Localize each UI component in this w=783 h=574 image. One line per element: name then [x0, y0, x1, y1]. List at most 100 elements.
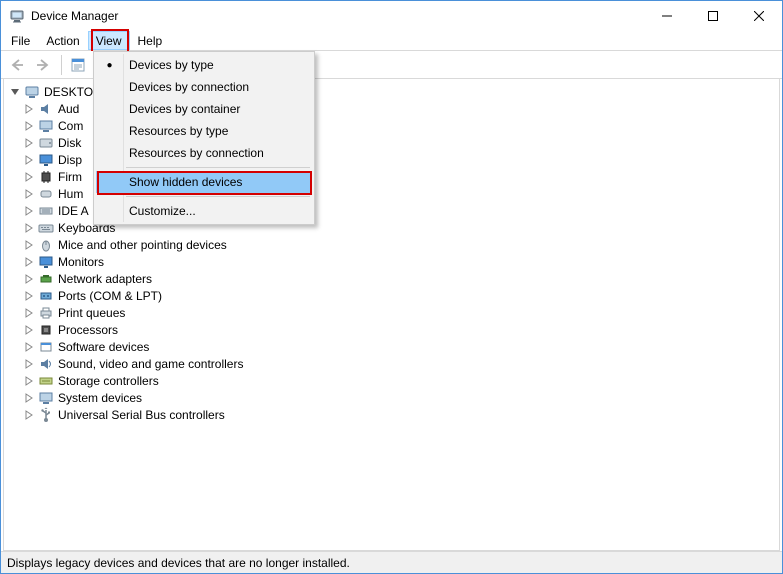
menu-resources-by-type[interactable]: Resources by type [96, 120, 312, 142]
menubar: File Action View Help [1, 31, 782, 51]
system-icon [38, 390, 54, 406]
tree-item-label: IDE A [58, 204, 89, 218]
view-dropdown-menu: ● Devices by type Devices by connection … [93, 51, 315, 225]
menu-separator [126, 167, 310, 168]
menu-view[interactable]: View [88, 31, 130, 50]
storage-icon [38, 373, 54, 389]
chip-icon [38, 169, 54, 185]
tree-item-label: Universal Serial Bus controllers [58, 408, 225, 422]
menu-item-label: Resources by connection [123, 146, 264, 160]
app-icon [9, 8, 25, 24]
tree-item[interactable]: Storage controllers [4, 372, 779, 389]
expander-icon[interactable] [22, 255, 36, 269]
minimize-button[interactable] [644, 1, 690, 31]
menu-item-label: Devices by connection [123, 80, 249, 94]
menu-show-hidden-devices[interactable]: Show hidden devices [96, 171, 312, 193]
tree-item[interactable]: Universal Serial Bus controllers [4, 406, 779, 423]
tree-item[interactable]: Print queues [4, 304, 779, 321]
tree-item[interactable]: Processors [4, 321, 779, 338]
tree-item-label: Print queues [58, 306, 125, 320]
expander-icon[interactable] [22, 289, 36, 303]
tree-item-label: Mice and other pointing devices [58, 238, 227, 252]
audio-icon [38, 101, 54, 117]
computer-icon [24, 84, 40, 100]
tree-item-label: Aud [58, 102, 79, 116]
tree-item[interactable]: Monitors [4, 253, 779, 270]
keyboard-icon [38, 220, 54, 236]
tree-item[interactable]: Network adapters [4, 270, 779, 287]
printer-icon [38, 305, 54, 321]
menu-item-label: Devices by container [123, 102, 240, 116]
usb-icon [38, 407, 54, 423]
window-title: Device Manager [31, 9, 644, 23]
properties-button[interactable] [66, 54, 90, 76]
menu-file[interactable]: File [3, 31, 38, 50]
menu-devices-by-connection[interactable]: Devices by connection [96, 76, 312, 98]
expander-icon[interactable] [22, 391, 36, 405]
tree-item-label: Disk [58, 136, 81, 150]
computer-icon [38, 118, 54, 134]
tree-item-label: Hum [58, 187, 83, 201]
tree-item[interactable]: Software devices [4, 338, 779, 355]
tree-item-label: Sound, video and game controllers [58, 357, 243, 371]
tree-item[interactable]: Mice and other pointing devices [4, 236, 779, 253]
expander-icon[interactable] [22, 119, 36, 133]
expander-icon[interactable] [22, 153, 36, 167]
expander-icon[interactable] [22, 306, 36, 320]
nav-forward-button[interactable] [31, 54, 55, 76]
expander-icon[interactable] [22, 102, 36, 116]
expander-icon[interactable] [22, 272, 36, 286]
statusbar-text: Displays legacy devices and devices that… [7, 556, 350, 570]
disk-icon [38, 135, 54, 151]
monitor-icon [38, 254, 54, 270]
tree-item-label: Processors [58, 323, 118, 337]
expander-icon[interactable] [22, 357, 36, 371]
menu-item-label: Devices by type [123, 58, 214, 72]
menu-resources-by-connection[interactable]: Resources by connection [96, 142, 312, 164]
menu-item-label: Show hidden devices [123, 175, 242, 189]
menu-separator [126, 196, 310, 197]
expander-icon[interactable] [22, 323, 36, 337]
maximize-button[interactable] [690, 1, 736, 31]
ide-icon [38, 203, 54, 219]
tree-item[interactable]: Ports (COM & LPT) [4, 287, 779, 304]
expander-icon[interactable] [22, 221, 36, 235]
close-button[interactable] [736, 1, 782, 31]
titlebar: Device Manager [1, 1, 782, 31]
tree-item-label: Com [58, 119, 83, 133]
expander-icon[interactable] [22, 136, 36, 150]
nav-back-button[interactable] [5, 54, 29, 76]
tree-item-label: Network adapters [58, 272, 152, 286]
hid-icon [38, 186, 54, 202]
expander-icon[interactable] [22, 340, 36, 354]
cpu-icon [38, 322, 54, 338]
sound-icon [38, 356, 54, 372]
expander-icon[interactable] [22, 204, 36, 218]
tree-item-label: Disp [58, 153, 82, 167]
menu-customize[interactable]: Customize... [96, 200, 312, 222]
network-icon [38, 271, 54, 287]
menu-devices-by-container[interactable]: Devices by container [96, 98, 312, 120]
expander-icon[interactable] [22, 170, 36, 184]
menu-help[interactable]: Help [130, 31, 171, 50]
expander-icon[interactable] [22, 238, 36, 252]
tree-item[interactable]: System devices [4, 389, 779, 406]
tree-item-label: Software devices [58, 340, 149, 354]
expander-icon[interactable] [22, 374, 36, 388]
menu-devices-by-type[interactable]: ● Devices by type [96, 54, 312, 76]
display-icon [38, 152, 54, 168]
tree-item-label: Firm [58, 170, 82, 184]
expander-icon[interactable] [8, 85, 22, 99]
expander-icon[interactable] [22, 187, 36, 201]
tree-item-label: Monitors [58, 255, 104, 269]
expander-icon[interactable] [22, 408, 36, 422]
software-icon [38, 339, 54, 355]
port-icon [38, 288, 54, 304]
menu-item-label: Customize... [123, 204, 196, 218]
mouse-icon [38, 237, 54, 253]
tree-item-label: Storage controllers [58, 374, 159, 388]
tree-item[interactable]: Sound, video and game controllers [4, 355, 779, 372]
statusbar: Displays legacy devices and devices that… [1, 551, 782, 573]
device-manager-window: Device Manager File Action View Help [0, 0, 783, 574]
menu-action[interactable]: Action [38, 31, 87, 50]
